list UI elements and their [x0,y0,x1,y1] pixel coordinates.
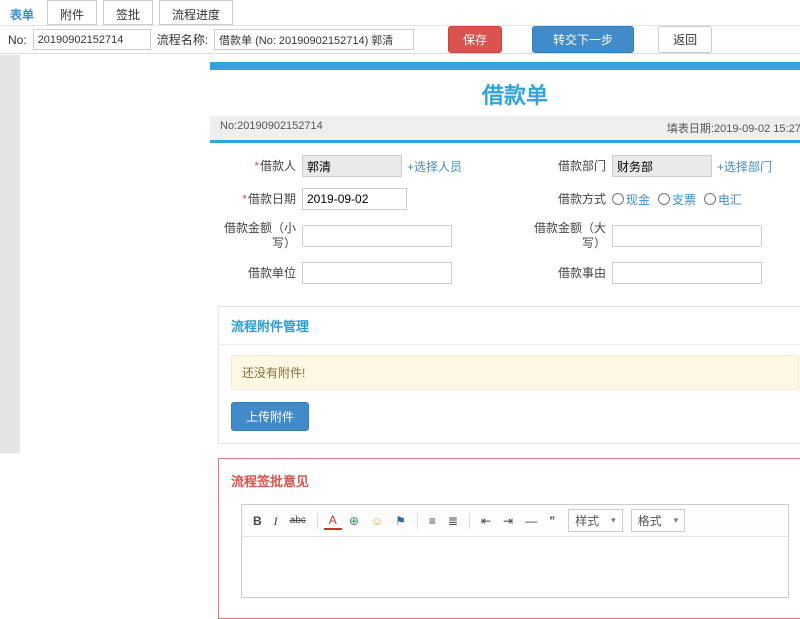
amount-upper-label: 借款金额（大写） [533,221,606,250]
flag-icon[interactable]: ⚑ [390,512,411,530]
blockquote-icon[interactable]: ” [544,512,560,530]
loan-date-label: *借款日期 [242,191,296,206]
method-wire-option[interactable]: 电汇 [704,191,742,208]
amount-lower-input[interactable] [302,225,452,247]
dept-input[interactable] [612,155,712,177]
loan-method-group: 现金 支票 电汇 [612,191,800,208]
upload-attachment-button[interactable]: 上传附件 [231,402,310,431]
loan-method-label: 借款方式 [557,191,606,206]
left-sidebar-strip[interactable] [0,55,20,453]
method-check-option[interactable]: 支票 [658,191,696,208]
select-person-link[interactable]: +选择人员 [407,158,462,175]
borrower-label: *借款人 [254,158,296,173]
toolbar: No: 流程名称: 保存 转交下一步 返回 [0,26,800,54]
amount-upper-input[interactable] [612,225,762,247]
approval-heading: 流程签批意见 [231,474,310,489]
form-info-bar: No:20190902152714 填表日期:2019-09-02 15:27:… [210,116,800,140]
save-button[interactable]: 保存 [448,26,503,53]
tab-bar: 表单 附件 签批 流程进度 [0,0,800,26]
panel-top-bar [210,62,800,70]
font-color-icon[interactable]: A [323,511,342,530]
unordered-list-icon[interactable]: ≣ [443,512,463,530]
style-select[interactable]: 样式 ▾ [568,509,623,532]
approval-section: 流程签批意见 B I abc A ⊕ ☺ ⚑ ≡ ≣ ⇤ ⇥ — ” 样式▾ [218,458,800,619]
toolbar-separator [316,512,318,529]
process-name-label: 流程名称: [156,33,209,47]
loan-unit-input[interactable] [302,262,452,284]
bold-icon[interactable]: B [248,512,267,530]
dept-label: 借款部门 [557,158,606,173]
tab-attachment[interactable]: 附件 [47,0,98,25]
toolbar-separator [468,512,470,529]
page-title: 借款单 [481,83,548,108]
chevron-down-icon: ▾ [611,515,616,525]
loan-reason-label: 借款事由 [557,265,606,280]
emoji-icon[interactable]: ☺ [366,512,388,530]
loan-date-input[interactable] [302,188,407,210]
loan-reason-input[interactable] [612,262,762,284]
format-select[interactable]: 格式 ▾ [630,509,686,532]
loan-form-panel: 借款单 No:20190902152714 填表日期:2019-09-02 15… [210,62,800,619]
select-dept-link[interactable]: +选择部门 [717,158,772,175]
toolbar-separator [416,512,418,529]
attachment-heading: 流程附件管理 [219,307,800,345]
ordered-list-icon[interactable]: ≡ [424,512,441,530]
form-date-text: 填表日期:2019-09-02 15:27:1 [666,123,800,135]
form-no-text: No:20190902152714 [220,120,323,132]
link-icon[interactable]: ⊕ [344,512,364,530]
strikethrough-icon[interactable]: abc [285,512,311,530]
tab-form[interactable]: 表单 [0,0,44,25]
required-asterisk: * [242,191,247,206]
attachment-section: 流程附件管理 还没有附件! 上传附件 [218,306,800,444]
required-asterisk: * [254,158,259,173]
outdent-icon[interactable]: ⇤ [476,512,496,530]
rich-text-editor: B I abc A ⊕ ☺ ⚑ ≡ ≣ ⇤ ⇥ — ” 样式 ▾ 格式 ▾ [241,504,789,598]
method-cash-radio[interactable] [612,193,624,205]
borrower-input[interactable] [302,155,402,177]
horizontal-rule-icon[interactable]: — [520,512,542,530]
tab-progress[interactable]: 流程进度 [159,0,234,25]
editor-content-area[interactable] [242,537,788,597]
loan-unit-label: 借款单位 [247,265,296,280]
loan-form-fields: *借款人 +选择人员 借款部门 +选择部门 *借款日期 借款方式 现金 支票 [210,143,800,296]
tab-approval[interactable]: 签批 [103,0,154,25]
back-button[interactable]: 返回 [658,26,713,53]
method-check-radio[interactable] [658,193,671,205]
forward-next-step-button[interactable]: 转交下一步 [532,26,635,53]
indent-icon[interactable]: ⇥ [498,512,518,530]
method-wire-radio[interactable] [704,193,717,205]
italic-icon[interactable]: I [269,512,283,530]
process-name-input[interactable] [214,29,415,50]
method-cash-option[interactable]: 现金 [612,191,650,208]
editor-toolbar: B I abc A ⊕ ☺ ⚑ ≡ ≣ ⇤ ⇥ — ” 样式 ▾ 格式 ▾ [242,505,788,537]
no-input[interactable] [32,29,151,50]
chevron-down-icon: ▾ [673,515,679,525]
no-label: No: [8,32,27,47]
no-attachment-notice: 还没有附件! [231,355,799,390]
amount-lower-label: 借款金额（小写） [223,221,296,250]
